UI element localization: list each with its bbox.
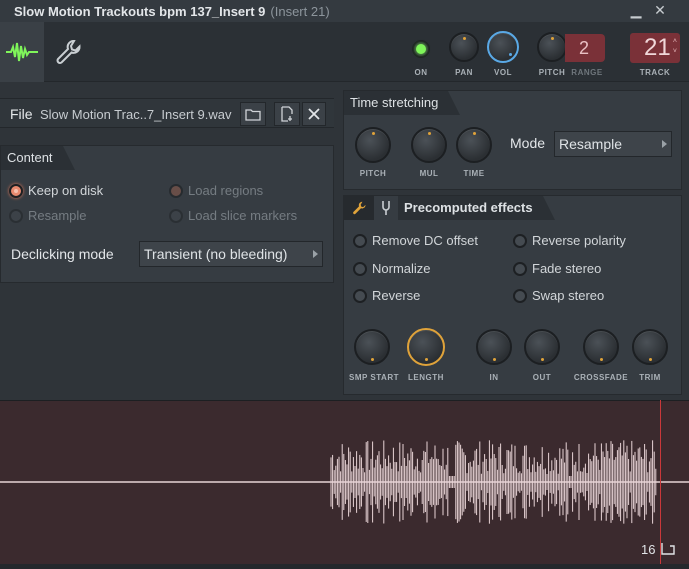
on-toggle[interactable]	[412, 40, 430, 58]
waveform-graphic	[0, 440, 689, 524]
normalize-label: Normalize	[372, 261, 431, 276]
resample-label: Resample	[28, 208, 87, 223]
mode-select[interactable]: Resample	[554, 131, 672, 157]
range-display[interactable]: 2	[565, 34, 605, 62]
pan-knob[interactable]	[449, 32, 479, 62]
ts-pitch-knob[interactable]	[355, 127, 391, 163]
ts-mul-label: MUL	[419, 169, 439, 178]
trim-knob[interactable]	[632, 329, 668, 365]
time-stretching-panel: Time stretching PITCH MUL TIME Mode Resa…	[343, 90, 682, 190]
keep-on-disk-label: Keep on disk	[28, 183, 104, 198]
length-label: LENGTH	[408, 373, 444, 382]
load-slice-markers-label: Load slice markers	[188, 208, 298, 223]
crossfade-label: CROSSFADE	[573, 373, 629, 382]
length-knob[interactable]	[407, 328, 445, 366]
open-folder-icon[interactable]	[240, 102, 266, 126]
track-label: TRACK	[639, 68, 671, 77]
declicking-mode-label: Declicking mode	[11, 246, 114, 262]
reverse-polarity-checkbox[interactable]	[513, 234, 527, 248]
crossfade-knob[interactable]	[583, 329, 619, 365]
load-regions-checkbox[interactable]	[169, 184, 183, 198]
mode-value: Resample	[559, 136, 623, 152]
reverse-checkbox[interactable]	[353, 289, 367, 303]
time-stretching-header: Time stretching	[344, 91, 461, 115]
minimize-icon[interactable]: ▁	[628, 3, 644, 19]
ts-time-label: TIME	[463, 169, 485, 178]
file-name: Slow Motion Trac..7_Insert 9.wav	[40, 107, 232, 122]
window-title: Slow Motion Trackouts bpm 137_Insert 9	[14, 3, 266, 19]
file-label: File	[10, 106, 33, 122]
wrench-icon[interactable]	[52, 36, 84, 68]
ts-mul-knob[interactable]	[411, 127, 447, 163]
close-file-icon[interactable]	[302, 102, 326, 126]
track-value: 21	[644, 34, 671, 61]
reverse-label: Reverse	[372, 288, 421, 303]
bottom-scrollbar[interactable]	[0, 564, 689, 569]
remove-dc-offset-checkbox[interactable]	[353, 234, 367, 248]
mode-label: Mode	[510, 135, 546, 151]
ts-pitch-label: PITCH	[359, 169, 387, 178]
content-header: Content	[1, 146, 75, 170]
chevron-right-icon	[662, 140, 667, 148]
marker-flag-icon[interactable]	[661, 542, 675, 555]
track-stepper-icon[interactable]: ˄ ˅	[673, 37, 677, 57]
playhead-marker[interactable]	[660, 400, 661, 565]
pitch-label: PITCH	[538, 68, 566, 77]
trim-label: TRIM	[639, 373, 661, 382]
pitch-knob[interactable]	[537, 32, 567, 62]
waveform-view[interactable]	[0, 400, 689, 569]
file-row: File Slow Motion Trac..7_Insert 9.wav	[0, 98, 334, 128]
waveform-tab-icon[interactable]	[0, 22, 44, 82]
marker-number: 16	[641, 542, 656, 557]
declicking-mode-select[interactable]: Transient (no bleeding)	[139, 241, 323, 267]
resample-radio[interactable]	[9, 209, 23, 223]
load-slice-markers-checkbox[interactable]	[169, 209, 183, 223]
range-label: RANGE	[571, 68, 603, 77]
precomputed-effects-header: Precomputed effects	[398, 196, 555, 220]
vol-knob[interactable]	[487, 31, 519, 63]
vol-label: VOL	[494, 68, 512, 77]
normalize-checkbox[interactable]	[353, 262, 367, 276]
wrench-icon[interactable]	[344, 196, 374, 220]
remove-dc-offset-label: Remove DC offset	[372, 233, 478, 248]
close-icon[interactable]: ✕	[652, 3, 668, 19]
declicking-mode-value: Transient (no bleeding)	[144, 246, 288, 262]
chevron-right-icon	[313, 250, 318, 258]
in-knob[interactable]	[476, 329, 512, 365]
content-panel: Content Keep on disk Load regions Resamp…	[0, 145, 334, 283]
pan-label: PAN	[455, 68, 473, 77]
on-label: ON	[414, 68, 428, 77]
precomputed-effects-panel: Precomputed effects Remove DC offset Rev…	[343, 195, 682, 395]
load-regions-label: Load regions	[188, 183, 264, 198]
track-display[interactable]: 21 ˄ ˅	[630, 33, 680, 63]
title-bar: Slow Motion Trackouts bpm 137_Insert 9 (…	[0, 0, 689, 22]
out-knob[interactable]	[524, 329, 560, 365]
out-label: OUT	[532, 373, 552, 382]
reverse-polarity-label: Reverse polarity	[532, 233, 626, 248]
in-label: IN	[489, 373, 499, 382]
tuning-fork-icon[interactable]	[380, 200, 392, 216]
smp-start-label: SMP START	[349, 373, 399, 382]
fade-stereo-checkbox[interactable]	[513, 262, 527, 276]
smp-start-knob[interactable]	[354, 329, 390, 365]
locate-file-icon[interactable]	[274, 102, 300, 126]
swap-stereo-label: Swap stereo	[532, 288, 605, 303]
swap-stereo-checkbox[interactable]	[513, 289, 527, 303]
window-subtitle: (Insert 21)	[270, 3, 330, 19]
keep-on-disk-radio[interactable]	[9, 184, 23, 198]
fade-stereo-label: Fade stereo	[532, 261, 602, 276]
ts-time-knob[interactable]	[456, 127, 492, 163]
